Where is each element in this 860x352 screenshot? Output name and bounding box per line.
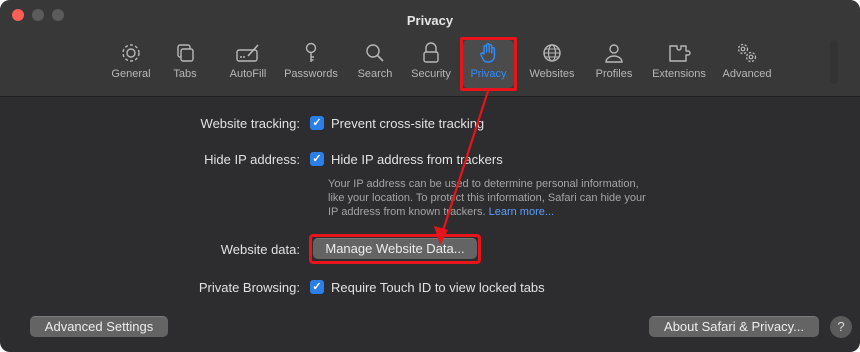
annotation-arrow	[434, 90, 490, 245]
safari-settings-window: Privacy General Tabs AutoFill Passwords …	[0, 0, 860, 352]
